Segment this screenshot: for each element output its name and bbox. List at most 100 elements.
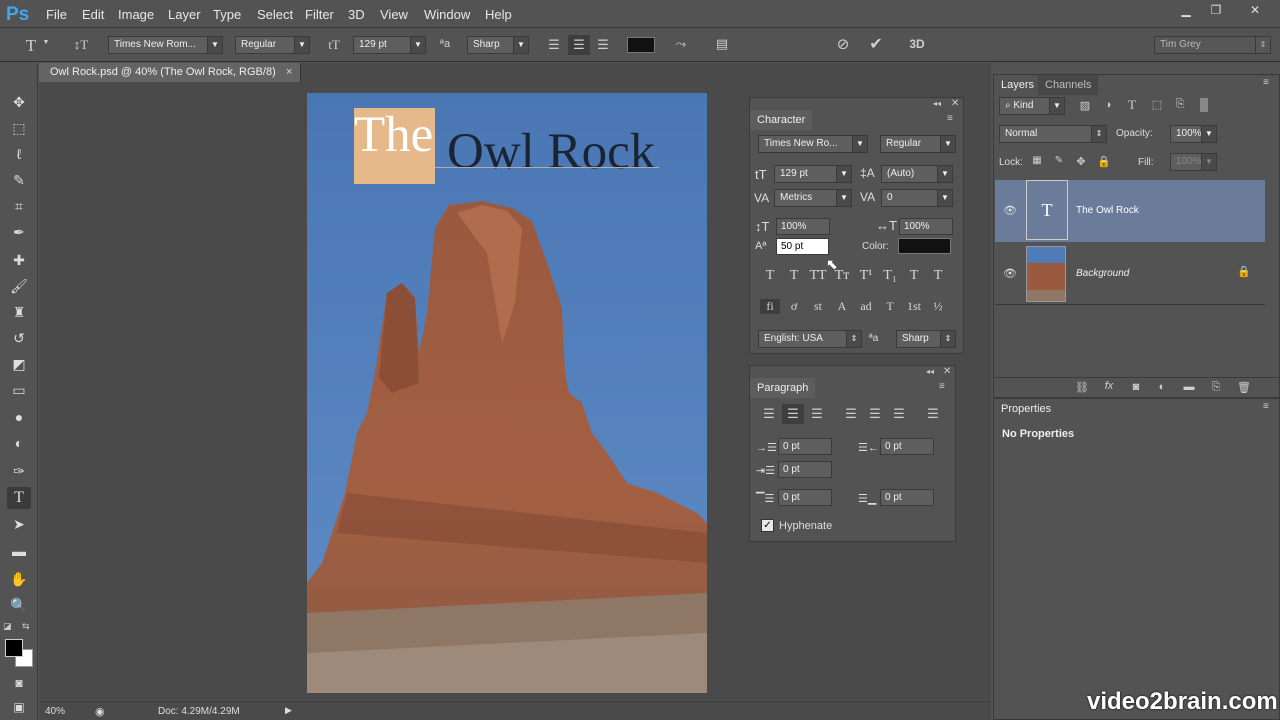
char-font-size-select[interactable]: 129 pt ▼ bbox=[774, 165, 852, 183]
style-button-6[interactable]: T bbox=[904, 268, 924, 284]
marquee-tool-icon[interactable]: ⬚ bbox=[7, 117, 31, 139]
lasso-tool-icon[interactable]: ℓ bbox=[7, 143, 31, 165]
layer-name[interactable]: Background bbox=[1076, 268, 1129, 279]
menu-file[interactable]: File bbox=[46, 7, 67, 22]
new-layer-icon[interactable]: ⎘ bbox=[1208, 381, 1224, 394]
align-left-icon[interactable]: ☰ bbox=[545, 37, 563, 53]
opentype-button-4[interactable]: ad bbox=[856, 299, 876, 314]
character-tab[interactable]: Character bbox=[750, 110, 813, 130]
lock-transparent-icon[interactable]: ▦ bbox=[1030, 155, 1044, 166]
collapse-panel-icon[interactable]: ◂◂ bbox=[926, 367, 934, 376]
filter-shape-icon[interactable]: ⬚ bbox=[1149, 98, 1165, 111]
canvas-text-selected[interactable]: The bbox=[354, 106, 433, 164]
type-tool-icon[interactable]: T bbox=[7, 487, 31, 509]
canvas-text[interactable]: Owl Rock bbox=[447, 123, 655, 181]
justify-last-center-icon[interactable]: ☰ bbox=[866, 406, 884, 422]
tracking-select[interactable]: 0 ▼ bbox=[881, 189, 953, 207]
eye-icon[interactable]: 👁 bbox=[1003, 267, 1017, 280]
opentype-button-5[interactable]: T bbox=[880, 299, 900, 314]
menu-edit[interactable]: Edit bbox=[82, 7, 104, 22]
hyphenate-checkbox[interactable]: ✓ bbox=[761, 519, 774, 532]
font-size-select[interactable]: 129 pt ▼ bbox=[353, 36, 426, 54]
align-center-icon[interactable]: ☰ bbox=[568, 35, 590, 55]
layer-row-text[interactable]: 👁 T The Owl Rock bbox=[995, 180, 1265, 242]
tool-preset-arrow-icon[interactable]: ▼ bbox=[40, 39, 52, 46]
paragraph-tab[interactable]: Paragraph bbox=[750, 378, 816, 398]
menu-select[interactable]: Select bbox=[257, 7, 293, 22]
warp-text-icon[interactable]: ⤳ bbox=[671, 36, 691, 52]
justify-all-icon[interactable]: ☰ bbox=[924, 406, 942, 422]
menu-filter[interactable]: Filter bbox=[305, 7, 334, 22]
default-colors-icon[interactable]: ◪ bbox=[3, 621, 12, 632]
leading-select[interactable]: (Auto) ▼ bbox=[881, 165, 953, 183]
close-panel-icon[interactable]: ✕ bbox=[951, 98, 959, 109]
cancel-edits-icon[interactable]: ⊘ bbox=[833, 35, 853, 53]
document-tab[interactable]: Owl Rock.psd @ 40% (The Owl Rock, RGB/8)… bbox=[39, 63, 301, 82]
justify-last-left-icon[interactable]: ☰ bbox=[842, 406, 860, 422]
space-before-input[interactable]: 0 pt bbox=[778, 489, 832, 506]
add-mask-icon[interactable]: ◙ bbox=[1128, 381, 1144, 393]
indent-right-input[interactable]: 0 pt bbox=[880, 438, 934, 455]
channels-tab[interactable]: Channels bbox=[1038, 75, 1099, 95]
panel-menu-icon[interactable]: ≡ bbox=[1263, 77, 1269, 88]
panel-menu-icon[interactable]: ≡ bbox=[947, 113, 953, 124]
path-selection-tool-icon[interactable]: ➤ bbox=[7, 513, 31, 535]
status-menu-arrow-icon[interactable]: ▶ bbox=[285, 705, 292, 716]
menu-help[interactable]: Help bbox=[485, 7, 512, 22]
font-style-select[interactable]: Regular ▼ bbox=[235, 36, 310, 54]
screen-mode-icon[interactable]: ▣ bbox=[7, 696, 31, 718]
gradient-tool-icon[interactable]: ▭ bbox=[7, 379, 31, 401]
history-brush-tool-icon[interactable]: ↺ bbox=[7, 327, 31, 349]
language-select[interactable]: English: USA ⇕ bbox=[758, 330, 862, 348]
text-color-swatch[interactable] bbox=[627, 37, 655, 53]
indent-left-input[interactable]: 0 pt bbox=[778, 438, 832, 455]
space-after-input[interactable]: 0 pt bbox=[880, 489, 934, 506]
hand-tool-icon[interactable]: ✋ bbox=[7, 568, 31, 590]
lock-all-icon[interactable]: 🔒 bbox=[1097, 155, 1111, 168]
style-button-4[interactable]: T¹ bbox=[856, 268, 876, 284]
lock-position-icon[interactable]: ✥ bbox=[1074, 155, 1088, 168]
layers-tab[interactable]: Layers bbox=[994, 75, 1042, 95]
opentype-button-0[interactable]: fi bbox=[760, 299, 780, 314]
style-button-5[interactable]: T₁ bbox=[880, 268, 900, 284]
font-family-select[interactable]: Times New Rom... ▼ bbox=[108, 36, 223, 54]
antialias-select[interactable]: Sharp ▼ bbox=[467, 36, 529, 54]
eraser-tool-icon[interactable]: ◩ bbox=[7, 353, 31, 375]
crop-tool-icon[interactable]: ⌗ bbox=[7, 195, 31, 217]
align-right-icon[interactable]: ☰ bbox=[594, 37, 612, 53]
para-align-center-icon[interactable]: ☰ bbox=[782, 404, 804, 424]
close-tab-icon[interactable]: × bbox=[286, 63, 292, 82]
shape-tool-icon[interactable]: ▬ bbox=[7, 540, 31, 562]
new-group-icon[interactable]: ▬ bbox=[1181, 381, 1197, 393]
properties-tab[interactable]: Properties bbox=[994, 399, 1059, 419]
menu-window[interactable]: Window bbox=[424, 7, 470, 22]
foreground-color-swatch[interactable] bbox=[5, 639, 23, 657]
healing-brush-tool-icon[interactable]: ✚ bbox=[7, 249, 31, 271]
character-color-swatch[interactable] bbox=[898, 238, 951, 254]
zoom-level[interactable]: 40% bbox=[45, 706, 65, 717]
3d-icon[interactable]: 3D bbox=[906, 37, 928, 51]
horizontal-scale-input[interactable]: 100% bbox=[899, 218, 953, 235]
panels-toggle-icon[interactable]: ▤ bbox=[712, 36, 732, 52]
collapse-panel-icon[interactable]: ◂◂ bbox=[933, 99, 941, 108]
filter-pixel-icon[interactable]: ▨ bbox=[1077, 99, 1093, 112]
style-button-1[interactable]: T bbox=[784, 268, 804, 284]
justify-last-right-icon[interactable]: ☰ bbox=[890, 406, 908, 422]
layer-row-background[interactable]: 👁 Background 🔒 bbox=[995, 243, 1265, 305]
status-info-icon[interactable]: ◉ bbox=[95, 705, 105, 718]
close-panel-icon[interactable]: ✕ bbox=[943, 366, 951, 377]
dodge-tool-icon[interactable]: ◐ bbox=[7, 432, 31, 454]
close-window-button[interactable]: ✕ bbox=[1238, 2, 1272, 18]
restore-button[interactable]: ❐ bbox=[1202, 2, 1230, 18]
trash-icon[interactable]: 🗑 bbox=[1236, 381, 1252, 394]
commit-edits-icon[interactable]: ✔ bbox=[866, 34, 886, 54]
pen-tool-icon[interactable]: ✑ bbox=[7, 460, 31, 482]
opentype-button-2[interactable]: st bbox=[808, 299, 828, 314]
filter-smart-object-icon[interactable]: ⎘ bbox=[1172, 98, 1188, 111]
char-antialias-select[interactable]: Sharp ⇕ bbox=[896, 330, 956, 348]
adjustment-layer-icon[interactable]: ◐ bbox=[1154, 381, 1170, 393]
filter-type-icon[interactable]: T bbox=[1124, 97, 1140, 113]
para-align-left-icon[interactable]: ☰ bbox=[760, 406, 778, 422]
move-tool-icon[interactable]: ✥ bbox=[7, 91, 31, 113]
eye-icon[interactable]: 👁 bbox=[1003, 204, 1017, 217]
